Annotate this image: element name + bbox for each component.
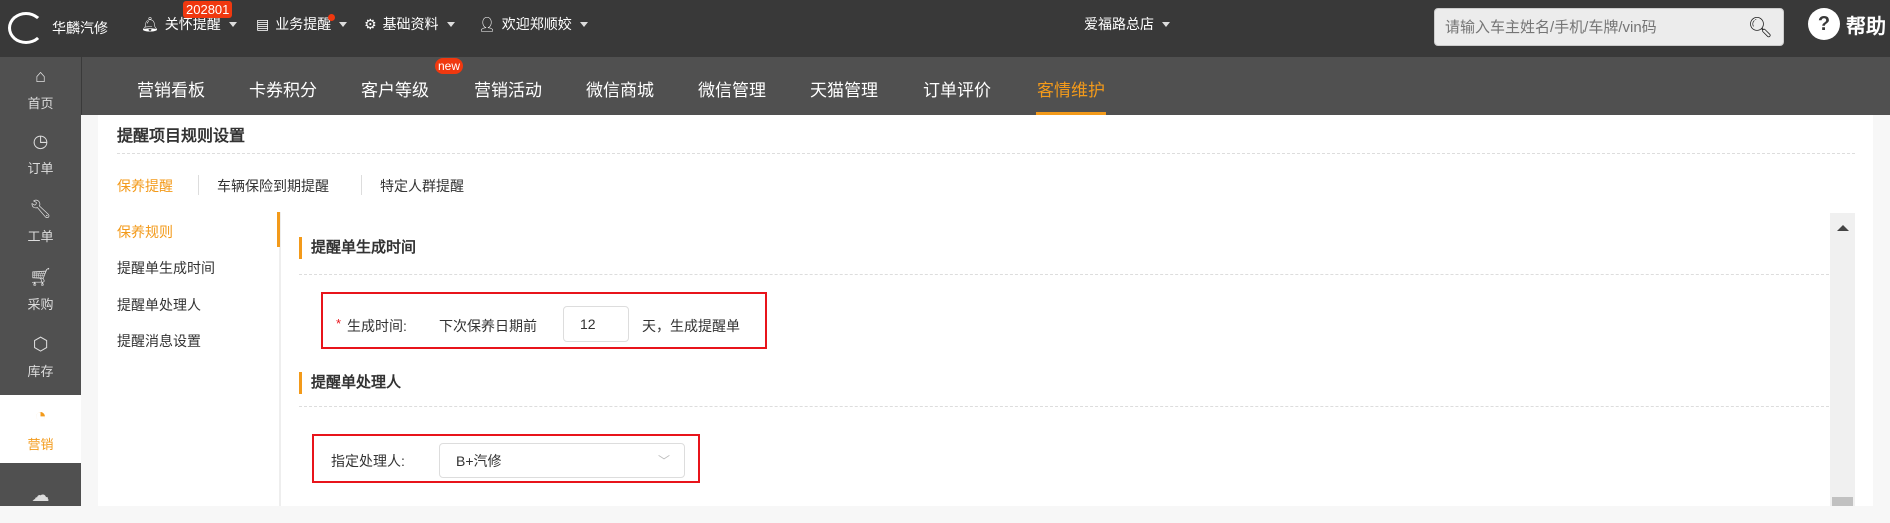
- caret-down-icon: [228, 21, 237, 27]
- sidebar-label: 首页: [27, 96, 54, 111]
- divider: [299, 406, 1829, 407]
- sidebar-label: 订单: [27, 161, 54, 176]
- menu-label: 欢迎郑顺姣: [501, 16, 572, 32]
- menu-label: 基础资料: [382, 16, 439, 32]
- days-input[interactable]: 12: [563, 306, 629, 342]
- menu-basic-data[interactable]: ⚙ 基础资料: [364, 14, 455, 34]
- separator: [361, 175, 362, 195]
- menu-border: [279, 212, 281, 506]
- section-title-handler: 提醒单处理人: [299, 372, 401, 394]
- tab-customer-level[interactable]: 客户等级: [361, 76, 429, 101]
- search-icon[interactable]: 🔍︎: [1748, 15, 1773, 40]
- box-icon: ⬡: [32, 334, 49, 354]
- question-icon: ?: [1808, 8, 1840, 40]
- generation-time-label: 生成时间:: [347, 318, 407, 334]
- store-selector[interactable]: 爱福路总店: [1084, 14, 1170, 34]
- menu-handler[interactable]: 提醒单处理人: [117, 295, 201, 315]
- gear-icon: ⚙: [364, 15, 377, 32]
- count-badge: 202801: [183, 1, 233, 18]
- active-menu-indicator: [277, 212, 280, 247]
- logo-icon: [8, 12, 44, 44]
- sidebar-label: 工单: [27, 229, 54, 244]
- subtab-insurance[interactable]: 车辆保险到期提醒: [217, 176, 329, 196]
- handler-select[interactable]: B+汽修 ﹀: [439, 443, 685, 478]
- tab-order-review[interactable]: 订单评价: [923, 76, 991, 101]
- subtab-specific-group[interactable]: 特定人群提醒: [380, 176, 464, 196]
- menu-generation-time[interactable]: 提醒单生成时间: [117, 258, 215, 278]
- scrollbar[interactable]: [1830, 213, 1855, 506]
- sidebar-item-inventory[interactable]: ⬡ 库存: [0, 329, 81, 385]
- sidebar-item-marketing[interactable]: ◔ 营销: [0, 395, 81, 463]
- clock-icon: ◷: [32, 131, 49, 151]
- required-mark: *: [336, 316, 342, 331]
- nav-bar: 营销看板 卡券积分 客户等级 new 营销活动 微信商城 微信管理 天猫管理 订…: [81, 57, 1890, 115]
- user-icon: 👤︎: [478, 15, 496, 32]
- caret-down-icon: [1162, 21, 1170, 27]
- brand-name: 华麟汽修: [52, 20, 108, 36]
- home-icon: ⌂: [35, 66, 46, 86]
- document-icon: ▤: [256, 15, 270, 32]
- caret-down-icon: [339, 21, 348, 27]
- help-button[interactable]: ? 帮助: [1808, 8, 1886, 40]
- subtab-maintenance[interactable]: 保养提醒: [117, 176, 173, 196]
- sidebar-label: 采购: [27, 297, 54, 312]
- sidebar-item-orders[interactable]: ◷ 订单: [0, 126, 81, 182]
- caret-down-icon: [446, 21, 455, 27]
- sidebar-item-purchase[interactable]: 🛒︎ 采购: [0, 262, 81, 318]
- handler-label: 指定处理人:: [331, 453, 405, 469]
- menu-user[interactable]: 👤︎ 欢迎郑顺姣: [478, 14, 588, 34]
- cart-icon: 🛒︎: [29, 267, 52, 287]
- tab-wechat-mall[interactable]: 微信商城: [586, 76, 654, 101]
- logo[interactable]: 华麟汽修: [8, 12, 108, 44]
- bell-icon: 🔔︎: [141, 15, 159, 32]
- section-title-generation-time: 提醒单生成时间: [299, 237, 416, 259]
- top-bar: 华麟汽修 🔔︎ 关怀提醒 202801 ▤ 业务提醒 ⚙ 基础资料 👤︎ 欢迎郑顺姣 爱…: [0, 0, 1890, 57]
- store-name: 爱福路总店: [1084, 16, 1154, 32]
- separator: [198, 175, 199, 195]
- divider: [299, 274, 1829, 275]
- new-badge: new: [435, 58, 464, 74]
- tab-tmall[interactable]: 天猫管理: [810, 76, 878, 101]
- search-input[interactable]: [1445, 18, 1725, 36]
- pie-chart-icon: ◔: [34, 405, 47, 427]
- divider: [117, 153, 1855, 154]
- tab-marketing-board[interactable]: 营销看板: [137, 76, 205, 101]
- selected-value: B+汽修: [456, 452, 502, 469]
- sidebar-item-home[interactable]: ⌂ 首页: [0, 61, 81, 117]
- menu-message-settings[interactable]: 提醒消息设置: [117, 331, 201, 351]
- suffix-text: 天，生成提醒单: [642, 318, 740, 334]
- sidebar-label: 库存: [27, 364, 54, 379]
- notification-dot: [328, 14, 335, 21]
- wrench-icon: 🔧︎: [29, 199, 52, 219]
- menu-label: 业务提醒: [275, 16, 332, 32]
- scroll-up-arrow-icon[interactable]: [1837, 225, 1849, 231]
- caret-down-icon: [579, 21, 588, 27]
- tab-customer-care[interactable]: 客情维护: [1037, 76, 1105, 101]
- sidebar-item-workorder[interactable]: 🔧︎ 工单: [0, 194, 81, 250]
- sidebar-label: 营销: [27, 437, 54, 452]
- sidebar: ⌂ 首页 ◷ 订单 🔧︎ 工单 🛒︎ 采购 ⬡ 库存 ◔ 营销 ☁: [0, 57, 81, 506]
- menu-maintenance-rule[interactable]: 保养规则: [117, 222, 173, 242]
- scrollbar-thumb[interactable]: [1832, 497, 1853, 506]
- chevron-down-icon: ﹀: [657, 454, 670, 468]
- days-value: 12: [580, 316, 596, 332]
- tab-campaigns[interactable]: 营销活动: [474, 76, 542, 101]
- tab-coupons[interactable]: 卡券积分: [249, 76, 317, 101]
- tab-wechat-manage[interactable]: 微信管理: [698, 76, 766, 101]
- help-label: 帮助: [1846, 15, 1886, 38]
- search-box: 🔍︎: [1434, 8, 1784, 46]
- sidebar-item-cloud[interactable]: ☁: [0, 467, 81, 523]
- cloud-icon: ☁: [31, 484, 50, 505]
- prefix-text: 下次保养日期前: [439, 318, 537, 334]
- page-title: 提醒项目规则设置: [117, 128, 246, 145]
